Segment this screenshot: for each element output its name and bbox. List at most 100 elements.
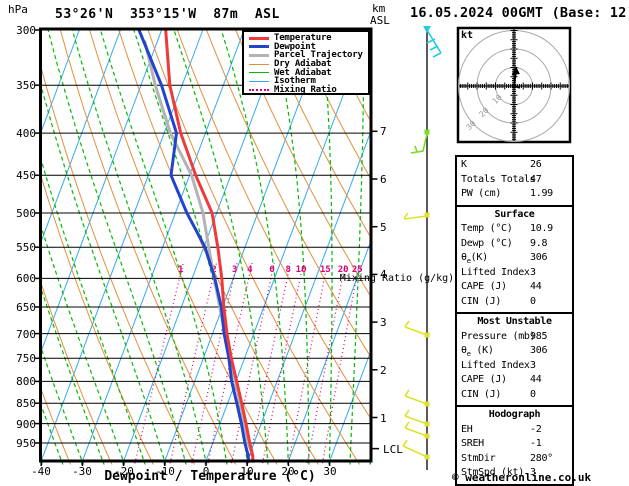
pressure-tick-label: 400: [16, 127, 36, 140]
wind-barb: [403, 212, 430, 220]
altitude-unit-asl: ASL: [370, 14, 390, 27]
lcl-label: LCL: [383, 443, 403, 456]
table-row: PW (cm) 1.99: [457, 188, 572, 203]
sounding-curves: [137, 28, 255, 463]
altitude-tick-label: 6: [380, 173, 387, 186]
table-row: CAPE (J) 44: [457, 374, 572, 389]
table-row: EH -2: [457, 424, 572, 439]
indices-table: Most Unstable Pressure (mb) 985 θe (K) 306 Li…: [455, 312, 574, 407]
mixing-ratio-value: 15: [320, 265, 331, 275]
table-row-label: θe(K): [461, 252, 488, 265]
table-row-value: 306: [530, 345, 548, 356]
altitude-tick-label: 7: [380, 125, 387, 138]
table-row-label: Temp (°C): [461, 223, 513, 234]
legend-item: Mixing Ratio: [244, 84, 368, 95]
altitude-tick-label: 3: [380, 316, 387, 329]
legend-item-label: Mixing Ratio: [274, 84, 337, 95]
mixing-ratio-axis-label: Mixing Ratio (g/kg): [339, 273, 455, 284]
wind-barb: [423, 26, 442, 58]
mixing-ratio-value-labels: 1 2 3 4 6 8 10 15 20 25: [178, 265, 363, 275]
indices-table: K 26 Totals Totals 47 PW (cm) 1.99: [455, 155, 574, 207]
mixing-ratio-value: 1: [178, 265, 183, 275]
pressure-tick-label: 300: [16, 24, 36, 37]
table-row-label: Dewp (°C): [461, 237, 513, 249]
altitude-tick-label: 2: [380, 364, 387, 377]
mixing-ratio-value: 4: [247, 265, 253, 275]
table-row-value: 985: [530, 330, 548, 342]
table-row-value: 1.99: [530, 188, 553, 199]
table-row-label: Lifted Index: [461, 359, 530, 371]
wind-barb: [404, 389, 430, 407]
table-row: Totals Totals 47: [457, 174, 572, 189]
table-row-label: SREH: [461, 438, 484, 449]
pressure-tick-label: 450: [16, 169, 36, 182]
table-row: CAPE (J) 44: [457, 281, 572, 296]
table-section-title: Surface: [494, 208, 535, 220]
table-row-value: -2: [530, 423, 542, 435]
table-row-label: K: [461, 159, 467, 170]
legend-sample-line: [249, 88, 269, 91]
table-row-label: StmDir: [461, 452, 496, 464]
table-row: SREH -1: [457, 438, 572, 453]
table-row: θe(K) 306: [457, 252, 572, 267]
indices-tables: K 26 Totals Totals 47 PW (cm) 1.99 Surface Temp…: [455, 155, 574, 486]
table-row-label: CIN (J): [461, 388, 502, 400]
datetime-label: 16.05.2024 00GMT (Base: 12): [410, 5, 629, 21]
altitude-unit-km: km: [372, 2, 386, 15]
altitude-tick-label: 1: [380, 412, 387, 425]
table-row: K 26: [457, 159, 572, 174]
legend-sample-line: [249, 36, 269, 40]
pressure-tick-label: 600: [16, 272, 36, 285]
table-row: CIN (J) 0: [457, 389, 572, 404]
table-row-value: 306: [530, 252, 548, 263]
table-row-label: Lifted Index: [461, 266, 530, 278]
wind-barb-staff: [402, 26, 442, 470]
table-row-label: Totals Totals: [461, 173, 536, 185]
table-row: StmDir 280°: [457, 453, 572, 468]
table-row-label: θe (K): [461, 345, 494, 358]
legend: Temperature Dewpoint Parcel Trajectory Dry …: [242, 30, 370, 95]
table-section-title: Hodograph: [488, 409, 541, 420]
table-row: Temp (°C) 10.9: [457, 223, 572, 238]
legend-sample-line: [249, 72, 269, 74]
legend-sample-line: [249, 63, 269, 65]
legend-sample-line: [249, 80, 269, 82]
hodograph-unit-label: kt: [461, 30, 474, 41]
pressure-tick-label: 750: [16, 352, 36, 365]
table-row: CIN (J) 0: [457, 296, 572, 311]
pressure-tick-label: 350: [16, 79, 36, 92]
pressure-tick-label: 850: [16, 397, 36, 410]
table-row-value: 0: [530, 388, 536, 400]
mixing-ratio-value: 10: [296, 265, 307, 275]
x-axis-title: Dewpoint / Temperature (°C): [104, 469, 316, 484]
temperature-tick-label: -30: [72, 465, 92, 478]
pressure-tick-label: 650: [16, 301, 36, 314]
pressure-tick-label: 950: [16, 437, 36, 450]
table-row: θe (K) 306: [457, 345, 572, 360]
table-row: Lifted Index 3: [457, 267, 572, 282]
table-row-value: 10.9: [530, 223, 553, 234]
table-row-label: CAPE (J): [461, 281, 507, 292]
table-row: Pressure (mb) 985: [457, 331, 572, 346]
table-section-title: Most Unstable: [477, 316, 552, 327]
table-row-value: 47: [530, 173, 542, 185]
table-row-value: 280°: [530, 452, 553, 464]
indices-table: Surface Temp (°C) 10.9 Dewp (°C) 9.8 θe(K) 306…: [455, 204, 574, 314]
table-row: Lifted Index 3: [457, 360, 572, 375]
table-row-value: 0: [530, 295, 536, 307]
table-row-value: 26: [530, 159, 542, 170]
copyright: © weatheronline.co.uk: [452, 471, 592, 484]
table-row-value: 44: [530, 374, 542, 385]
table-row-label: CIN (J): [461, 295, 502, 307]
temperature-tick-label: -40: [31, 465, 51, 478]
pressure-tick-label: 550: [16, 241, 36, 254]
wind-barb: [404, 320, 430, 338]
mixing-ratio-value: 8: [285, 265, 290, 275]
station-title: 53°26'N 353°15'W 87m ASL: [55, 7, 280, 22]
pressure-tick-label: 900: [16, 418, 36, 431]
table-row-value: 44: [530, 281, 542, 292]
pressure-tick-label: 500: [16, 207, 36, 220]
dewpoint-curve: [137, 28, 250, 463]
table-row-label: Pressure (mb): [461, 330, 536, 342]
hodograph: 102030: [456, 26, 572, 144]
